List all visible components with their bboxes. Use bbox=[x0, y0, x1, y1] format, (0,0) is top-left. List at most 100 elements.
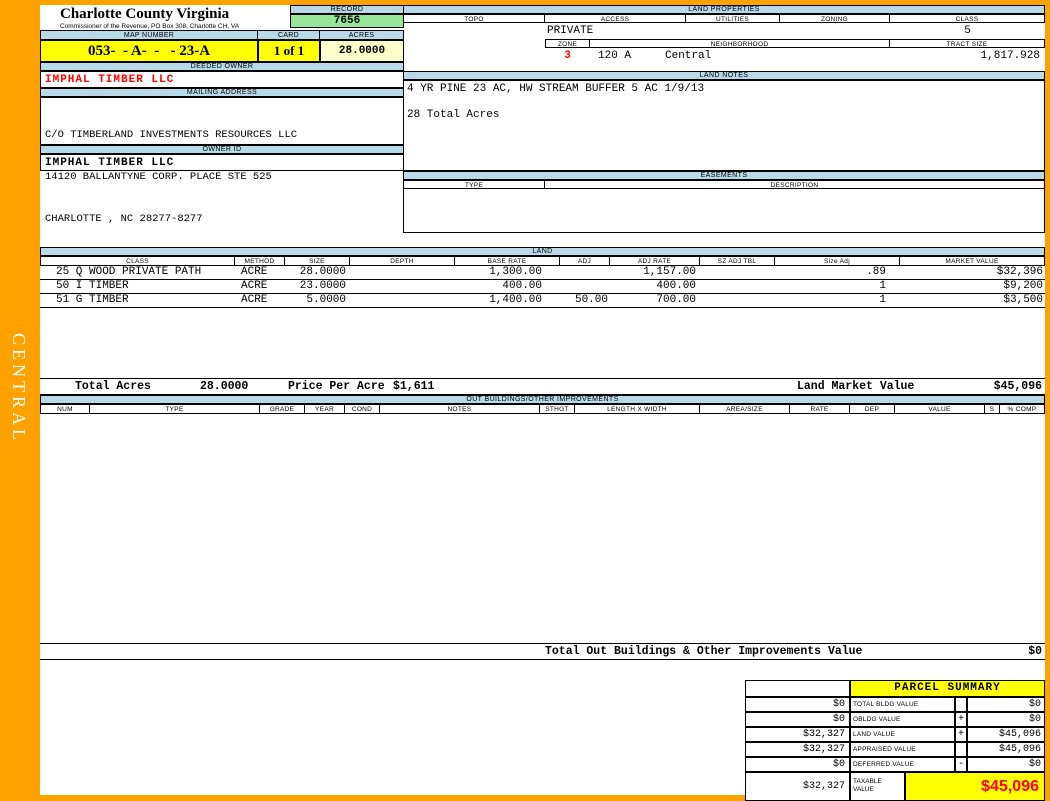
land-cell-market-value: $32,396 bbox=[996, 266, 1043, 278]
prior-taxable-value: $32,327 bbox=[745, 772, 850, 801]
appraised-value: $45,096 bbox=[967, 742, 1045, 757]
easements-columns: TYPE DESCRIPTION bbox=[403, 180, 1045, 189]
owner-id-header: OWNER ID bbox=[40, 145, 404, 154]
deferred-value-label: DEFERRED VALUE bbox=[850, 757, 955, 772]
out-buildings-totals-bar: Total Out Buildings & Other Improvements… bbox=[40, 643, 1045, 660]
county-header: Charlotte County Virginia Commissioner o… bbox=[42, 6, 290, 32]
land-cell-adj: 50.00 bbox=[574, 294, 608, 306]
mailing-address-header: MAILING ADDRESS bbox=[40, 88, 404, 97]
land-cell-class: 51 G TIMBER bbox=[56, 294, 129, 306]
land-notes-line2: 28 Total Acres bbox=[407, 109, 500, 121]
zone-neighborhood-columns: ZONE NEIGHBORHOOD TRACT SIZE bbox=[545, 39, 1045, 48]
land-cell-adj-rate: 400.00 bbox=[656, 280, 696, 292]
land-col-depth: DEPTH bbox=[350, 256, 455, 266]
ob-col-pct-comp: % COMP bbox=[1000, 404, 1045, 414]
land-cell-size-adj: .89 bbox=[866, 266, 886, 278]
neighborhood-header: NEIGHBORHOOD bbox=[590, 39, 890, 48]
owner-id-value: IMPHAL TIMBER LLC bbox=[40, 154, 404, 171]
parcel-id-headers: MAP NUMBER CARD ACRES bbox=[40, 30, 404, 40]
utilities-header: UTILITIES bbox=[686, 14, 780, 23]
obldg-value: $0 bbox=[967, 712, 1045, 727]
land-op: + bbox=[955, 727, 967, 742]
land-col-method: METHOD bbox=[235, 256, 285, 266]
zone-value: 3 bbox=[564, 50, 571, 62]
out-buildings-total-label: Total Out Buildings & Other Improvements… bbox=[545, 645, 863, 658]
land-cell-class: 25 Q WOOD PRIVATE PATH bbox=[56, 266, 202, 278]
mailing-address-line3: CHARLOTTE , NC 28277-8277 bbox=[45, 213, 203, 225]
prior-total-bldg-value: $0 bbox=[745, 697, 850, 712]
record-header: RECORD bbox=[290, 5, 404, 14]
access-header: ACCESS bbox=[545, 14, 686, 23]
access-value: PRIVATE bbox=[547, 25, 594, 37]
summary-row-deferred: $0 DEFERRED VALUE - $0 bbox=[745, 757, 1045, 772]
easement-description-header: DESCRIPTION bbox=[545, 180, 1045, 189]
deeded-owner-header: DEEDED OWNER bbox=[40, 62, 404, 71]
land-section-header: LAND bbox=[40, 247, 1045, 256]
parcel-summary-prior-blank bbox=[745, 680, 850, 697]
deferred-op: - bbox=[955, 757, 967, 772]
total-bldg-value: $0 bbox=[967, 697, 1045, 712]
class-value: 5 bbox=[964, 25, 971, 37]
total-acres-label: Total Acres bbox=[75, 380, 151, 393]
summary-row-obldg: $0 OBLDG VALUE + $0 bbox=[745, 712, 1045, 727]
prior-deferred-value: $0 bbox=[745, 757, 850, 772]
land-col-adj: ADJ bbox=[560, 256, 610, 266]
map-number-value: 053- - A- - - 23-A bbox=[40, 40, 258, 62]
tract-size-value: 1,817.928 bbox=[980, 50, 1040, 62]
total-bldg-op bbox=[955, 697, 967, 712]
land-cell-base-rate: 1,400.00 bbox=[489, 294, 542, 306]
land-cell-size: 23.0000 bbox=[299, 280, 346, 292]
land-cell-method: ACRE bbox=[241, 280, 268, 292]
land-cell-market-value: $3,500 bbox=[1003, 294, 1043, 306]
land-cell-adj-rate: 1,157.00 bbox=[643, 266, 696, 278]
land-cell-sz-adj-tbl bbox=[700, 294, 775, 307]
land-cell-depth bbox=[350, 266, 455, 279]
summary-row-total-bldg: $0 TOTAL BLDG VALUE $0 bbox=[745, 697, 1045, 712]
prior-land-value: $32,327 bbox=[745, 727, 850, 742]
ob-col-type: TYPE bbox=[90, 404, 260, 414]
ob-col-area-size: AREA/SIZE bbox=[700, 404, 790, 414]
land-cell-size-adj: 1 bbox=[879, 294, 886, 306]
price-per-acre-label: Price Per Acre bbox=[288, 380, 385, 393]
obldg-value-label: OBLDG VALUE bbox=[850, 712, 955, 727]
prior-appraised-value: $32,327 bbox=[745, 742, 850, 757]
easements-box bbox=[403, 189, 1045, 233]
deferred-value: $0 bbox=[967, 757, 1045, 772]
ob-col-notes: NOTES bbox=[380, 404, 540, 414]
land-cell-size: 28.0000 bbox=[299, 266, 346, 278]
appraised-op bbox=[955, 742, 967, 757]
ob-col-value: VALUE bbox=[895, 404, 985, 414]
land-table-row: 25 Q WOOD PRIVATE PATH ACRE 28.0000 1,30… bbox=[40, 266, 1045, 280]
taxable-label-line2: VALUE bbox=[853, 786, 874, 793]
land-market-value-label: Land Market Value bbox=[797, 380, 915, 393]
acres-value: 28.0000 bbox=[320, 40, 404, 62]
district-label: CENTRAL bbox=[9, 333, 29, 444]
land-notes-line1: 4 YR PINE 23 AC, HW STREAM BUFFER 5 AC 1… bbox=[407, 83, 705, 95]
parcel-summary: PARCEL SUMMARY $0 TOTAL BLDG VALUE $0 $0… bbox=[745, 680, 1045, 801]
acres-header: ACRES bbox=[320, 30, 404, 40]
land-cell-class: 50 I TIMBER bbox=[56, 280, 129, 292]
easements-header: EASEMENTS bbox=[403, 171, 1045, 180]
taxable-label-line1: TAXABLE bbox=[853, 778, 882, 785]
ob-col-grade: GRADE bbox=[260, 404, 305, 414]
mailing-address-line1: C/O TIMBERLAND INVESTMENTS RESOURCES LLC bbox=[45, 129, 298, 141]
tract-size-header: TRACT SIZE bbox=[890, 39, 1045, 48]
card-header: CARD bbox=[258, 30, 320, 40]
record-value: 7656 bbox=[290, 14, 404, 28]
land-cell-base-rate: 1,300.00 bbox=[489, 266, 542, 278]
land-cell-sz-adj-tbl bbox=[700, 266, 775, 279]
ob-col-sthgt: STHGT bbox=[540, 404, 575, 414]
land-cell-adj bbox=[560, 280, 610, 293]
land-col-class: CLASS bbox=[40, 256, 235, 266]
land-cell-base-rate: 400.00 bbox=[502, 280, 542, 292]
land-notes-header: LAND NOTES bbox=[403, 71, 1045, 80]
land-properties-header: LAND PROPERTIES bbox=[403, 5, 1045, 14]
land-cell-method: ACRE bbox=[241, 266, 268, 278]
record-card: Charlotte County Virginia Commissioner o… bbox=[40, 5, 1045, 801]
land-col-adj-rate: ADJ RATE bbox=[610, 256, 700, 266]
land-col-size-adj: Size Adj bbox=[775, 256, 900, 266]
land-totals-bar: Total Acres 28.0000 Price Per Acre $1,61… bbox=[40, 378, 1045, 395]
land-cell-size-adj: 1 bbox=[879, 280, 886, 292]
land-cell-sz-adj-tbl bbox=[700, 280, 775, 293]
taxable-value-label: TAXABLE VALUE bbox=[850, 772, 905, 801]
